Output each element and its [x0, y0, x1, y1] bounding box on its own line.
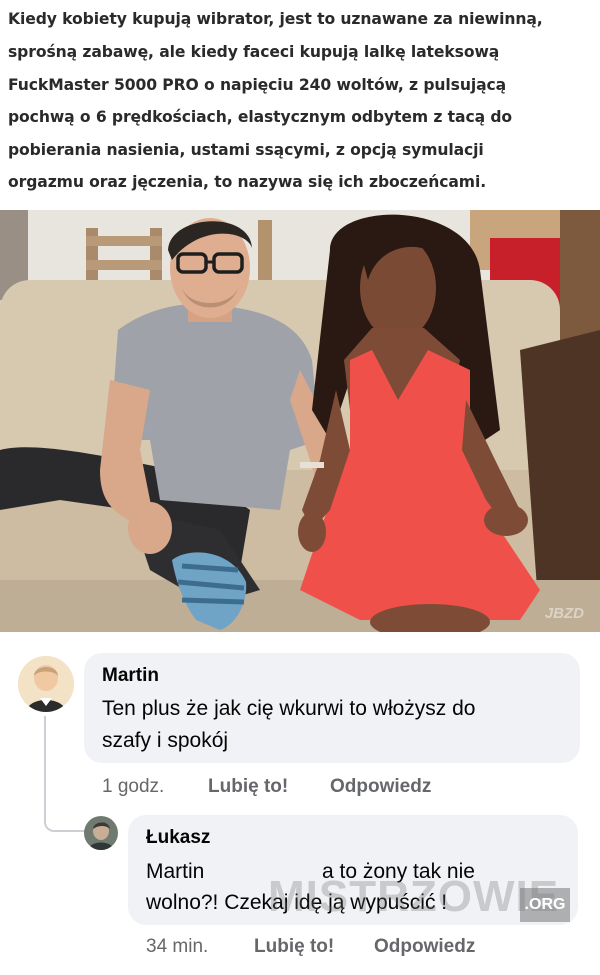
comment-text-line: Ten plus że jak cię wkurwi to włożysz do	[102, 697, 476, 720]
caption-line: FuckMaster 5000 PRO o napięciu 240 woltó…	[8, 76, 507, 94]
photo-watermark: JBZD	[544, 605, 584, 622]
comment-author[interactable]: Łukasz	[146, 827, 210, 849]
caption-line: pobierania nasienia, ustami ssącymi, z o…	[8, 141, 484, 159]
caption-line: Kiedy kobiety kupują wibrator, jest to u…	[8, 10, 543, 28]
reply-button[interactable]: Odpowiedz	[330, 776, 431, 798]
watermark-badge: .ORG	[520, 888, 570, 922]
comment-actions: 1 godz. Lubię to! Odpowiedz	[102, 776, 582, 800]
comment-bubble-martin: Martin Ten plus że jak cię wkurwi to wło…	[84, 653, 580, 763]
comment-mention[interactable]: Martin	[146, 856, 204, 887]
caption-line: sprośną zabawę, ale kiedy faceci kupują …	[8, 43, 500, 61]
comment-time[interactable]: 34 min.	[146, 936, 208, 958]
comment-author[interactable]: Martin	[102, 665, 159, 687]
meme-caption: Kiedy kobiety kupują wibrator, jest to u…	[0, 0, 600, 210]
like-button[interactable]: Lubię to!	[254, 936, 334, 958]
caption-line: pochwą o 6 prędkościach, elastycznym odb…	[8, 108, 513, 126]
avatar-martin[interactable]	[18, 656, 74, 712]
comment-actions: 34 min. Lubię to! Odpowiedz	[146, 936, 586, 960]
watermark-text: MISTRZOWIE	[268, 872, 560, 921]
avatar-lukasz[interactable]	[84, 816, 118, 850]
comment-text-line: szafy i spokój	[102, 729, 229, 752]
reply-button[interactable]: Odpowiedz	[374, 936, 475, 958]
caption-line: orgazmu oraz jęczenia, to nazywa się ich…	[8, 173, 487, 191]
thread-connector	[44, 716, 86, 832]
like-button[interactable]: Lubię to!	[208, 776, 288, 798]
meme-photo: JBZD	[0, 210, 600, 632]
site-watermark: MISTRZOWIE .ORG	[268, 870, 578, 934]
comment-time[interactable]: 1 godz.	[102, 776, 164, 798]
